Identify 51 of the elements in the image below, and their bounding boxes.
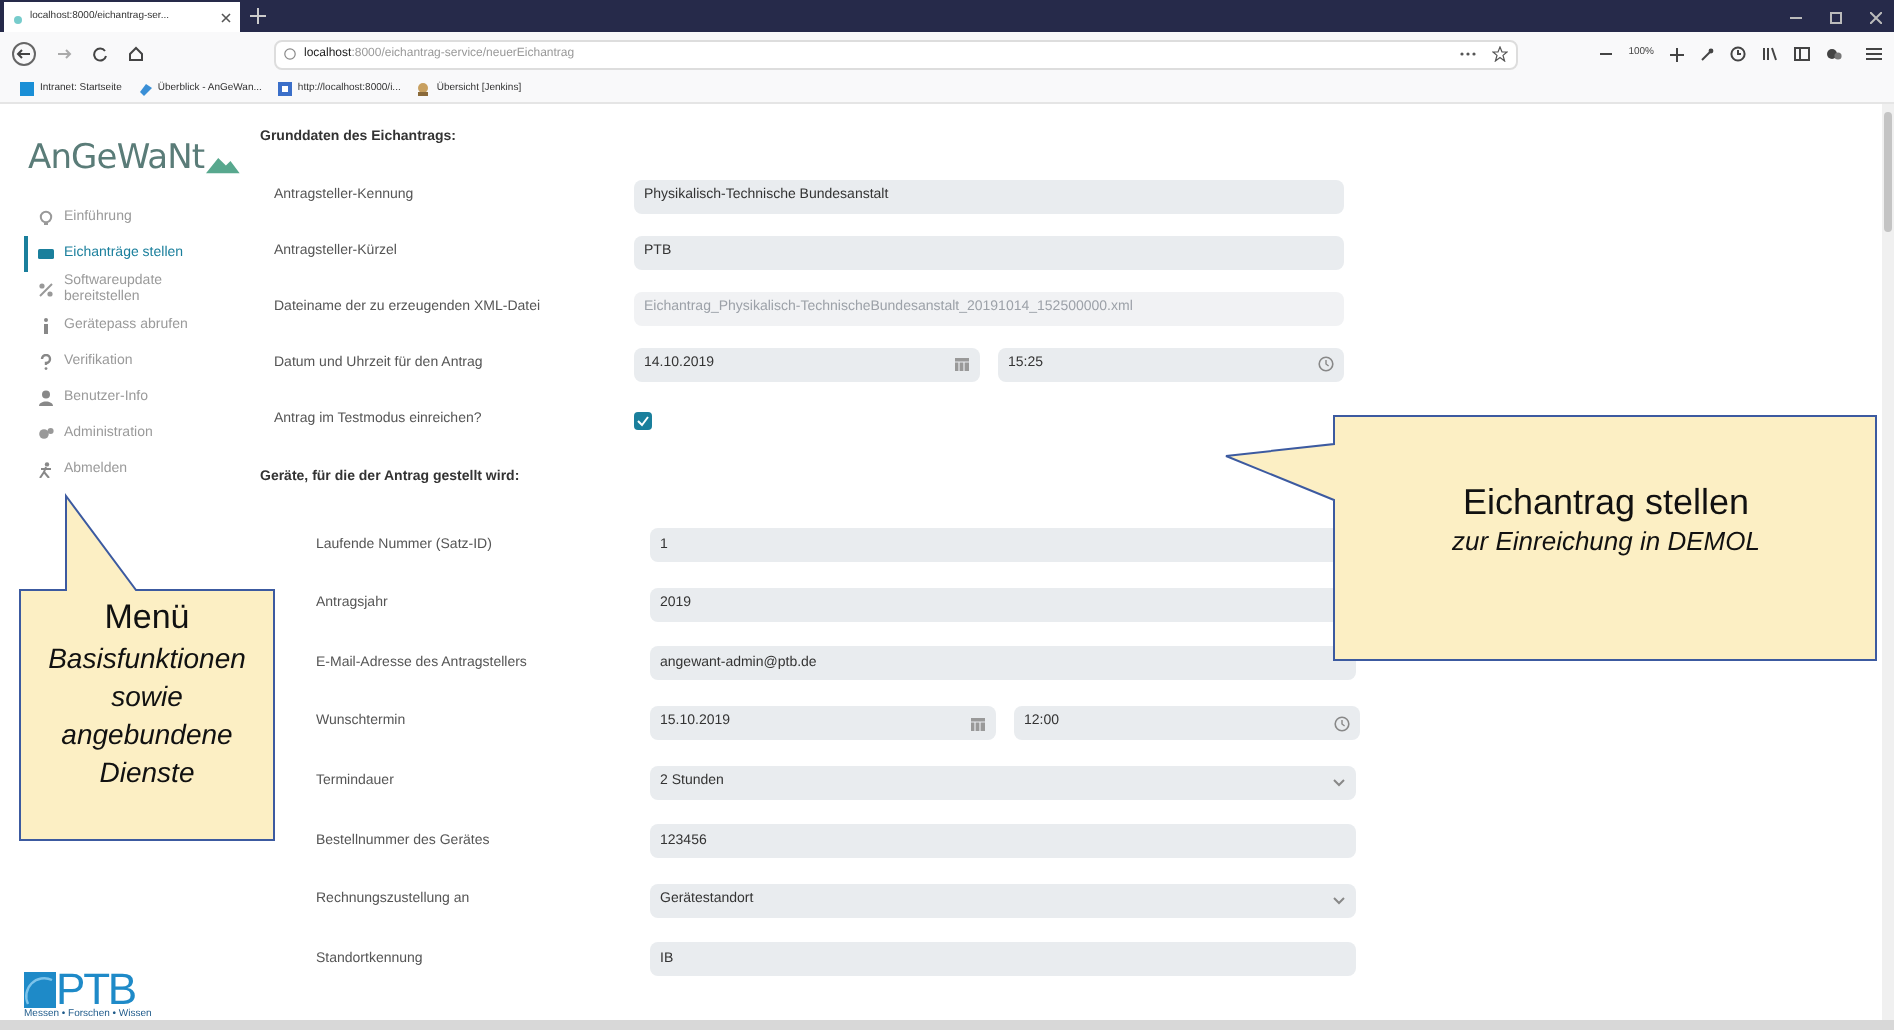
user-icon	[38, 390, 54, 406]
extension-icon[interactable]	[1826, 46, 1842, 62]
callout-text: Basisfunktionen	[48, 640, 246, 678]
callout-title: Menü	[104, 596, 190, 640]
card-icon	[38, 246, 54, 262]
minimize-icon[interactable]	[1790, 12, 1802, 24]
callout-text: angebundene	[61, 716, 233, 754]
close-icon[interactable]	[220, 11, 232, 23]
mountain-icon	[206, 152, 240, 176]
library-icon[interactable]	[1762, 46, 1778, 62]
reload-icon[interactable]	[92, 46, 108, 62]
info-icon	[38, 318, 54, 334]
star-icon[interactable]	[1492, 46, 1508, 62]
callout-text: Dienste	[99, 754, 195, 792]
bird-icon	[137, 82, 152, 96]
restore-icon[interactable]	[1830, 12, 1842, 24]
zoom-out-icon[interactable]	[1600, 48, 1613, 60]
callout-text: sowie	[111, 678, 183, 716]
logo-text: AnGeWaNt	[28, 142, 205, 176]
chevron-down-icon	[1332, 777, 1346, 788]
square-icon	[20, 82, 34, 96]
plus-icon[interactable]	[248, 6, 268, 26]
checkbox[interactable]	[634, 411, 652, 429]
lightbulb-icon	[38, 210, 54, 226]
more-icon[interactable]	[1460, 50, 1476, 58]
calendar-icon	[954, 356, 970, 372]
scrollbar[interactable]	[1882, 104, 1894, 1024]
percent-icon	[38, 282, 54, 298]
back-icon[interactable]	[12, 42, 36, 66]
close-icon[interactable]	[1870, 12, 1882, 24]
globe-icon	[24, 972, 56, 1008]
logo-text: PTB	[56, 972, 135, 1008]
callout-title: Eichantrag stellen	[1462, 480, 1750, 524]
menu-icon[interactable]	[1866, 46, 1882, 62]
clock-icon	[1318, 356, 1334, 372]
history-icon[interactable]	[1730, 46, 1746, 62]
horizontal-scrollbar[interactable]	[0, 1020, 1894, 1030]
callout-text: zur Einreichung in DEMOL	[1452, 524, 1760, 560]
gears-icon	[38, 426, 54, 442]
figure-icon	[416, 82, 431, 96]
zoom-in-icon[interactable]	[1670, 47, 1684, 61]
running-figure-icon	[38, 462, 54, 478]
calendar-icon	[970, 715, 986, 732]
clock-icon	[1334, 715, 1350, 732]
question-icon	[38, 354, 54, 370]
globe-icon	[277, 82, 292, 96]
wrench-icon[interactable]	[1700, 47, 1714, 61]
info-icon	[284, 48, 296, 60]
chevron-down-icon	[1332, 895, 1346, 906]
home-icon[interactable]	[128, 46, 144, 62]
sidebar-icon[interactable]	[1794, 46, 1810, 62]
